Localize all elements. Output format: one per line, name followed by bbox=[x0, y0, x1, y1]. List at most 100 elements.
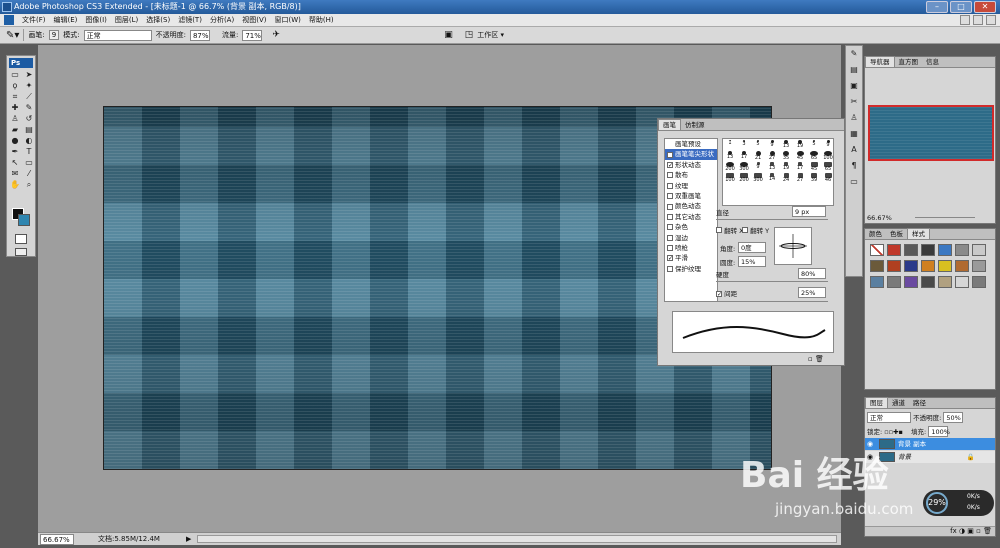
mode-select[interactable]: 正常 bbox=[83, 29, 152, 41]
style-swatch[interactable] bbox=[870, 244, 884, 256]
brush-setting-checkbox[interactable] bbox=[667, 182, 673, 189]
brush-tip[interactable]: 14 bbox=[765, 172, 779, 183]
brush-tip[interactable]: 5 bbox=[751, 139, 765, 150]
dock-actions-icon[interactable]: ✂ bbox=[847, 97, 861, 109]
brush-setting-item[interactable]: 纹理 bbox=[665, 181, 717, 191]
dock-layer-comps-icon[interactable]: ▦ bbox=[847, 129, 861, 141]
brush-setting-checkbox[interactable] bbox=[667, 203, 673, 210]
style-swatch[interactable] bbox=[972, 276, 986, 288]
layers-footer-buttons[interactable]: fx ◑ ▣ ▫ 🗑 bbox=[865, 526, 995, 536]
doc-restore-button[interactable] bbox=[973, 15, 983, 25]
brush-tip[interactable]: 300 bbox=[751, 172, 765, 183]
tab-swatches[interactable]: 色板 bbox=[886, 229, 907, 239]
menu-help[interactable]: 帮助(H) bbox=[305, 15, 338, 25]
brush-tip[interactable]: 19 bbox=[793, 139, 807, 150]
brush-tip[interactable]: 27 bbox=[765, 150, 779, 161]
menu-edit[interactable]: 编辑(E) bbox=[50, 15, 82, 25]
type-tool-icon[interactable]: T bbox=[23, 147, 35, 157]
flip-x-checkbox[interactable] bbox=[716, 227, 722, 233]
quick-mask-button[interactable] bbox=[15, 234, 27, 244]
brush-setting-checkbox[interactable]: ✓ bbox=[667, 255, 673, 262]
opacity-field[interactable]: 87% bbox=[189, 29, 210, 41]
style-swatch[interactable] bbox=[955, 260, 969, 272]
menu-layer[interactable]: 图层(L) bbox=[111, 15, 142, 25]
tab-info[interactable]: 信息 bbox=[922, 57, 943, 67]
brush-setting-checkbox[interactable] bbox=[667, 151, 673, 158]
brush-setting-item[interactable]: 喷枪 bbox=[665, 243, 717, 253]
menu-select[interactable]: 选择(S) bbox=[142, 15, 174, 25]
blur-tool-icon[interactable]: ● bbox=[9, 136, 21, 146]
brush-tool-button-icon[interactable]: ✎ bbox=[23, 103, 35, 113]
brush-tip[interactable]: 9 bbox=[751, 161, 765, 172]
brush-tip[interactable]: 46 bbox=[821, 172, 833, 183]
style-swatch[interactable] bbox=[921, 244, 935, 256]
brush-tip[interactable]: 21 bbox=[751, 150, 765, 161]
brush-setting-item[interactable]: 画笔笔尖形状 bbox=[665, 149, 717, 160]
notes-tool-icon[interactable]: ✉ bbox=[9, 169, 21, 179]
airbrush-icon[interactable]: ✈ bbox=[272, 30, 280, 40]
brush-setting-item[interactable]: 双重画笔 bbox=[665, 191, 717, 201]
style-swatch[interactable] bbox=[972, 260, 986, 272]
screen-mode-button[interactable] bbox=[15, 248, 27, 256]
brush-setting-checkbox[interactable]: ✓ bbox=[667, 161, 673, 168]
shape-tool-icon[interactable]: ▭ bbox=[23, 158, 35, 168]
brush-setting-item[interactable]: ✓ 平滑 bbox=[665, 253, 717, 263]
tab-styles[interactable]: 样式 bbox=[907, 228, 930, 239]
brush-setting-checkbox[interactable] bbox=[667, 245, 673, 252]
menu-image[interactable]: 图像(I) bbox=[81, 15, 111, 25]
history-brush-icon[interactable]: ↺ bbox=[23, 114, 35, 124]
style-swatch[interactable] bbox=[887, 244, 901, 256]
brush-tip[interactable]: 13 bbox=[765, 161, 779, 172]
style-swatch[interactable] bbox=[921, 276, 935, 288]
hardness-field[interactable]: 80% bbox=[798, 268, 826, 279]
brush-tip[interactable]: 5 bbox=[807, 139, 821, 150]
style-swatch[interactable] bbox=[938, 244, 952, 256]
brush-tip[interactable]: 3 bbox=[737, 139, 751, 150]
doc-minimize-button[interactable] bbox=[960, 15, 970, 25]
style-swatch[interactable] bbox=[887, 276, 901, 288]
brush-tip[interactable]: 45 bbox=[793, 150, 807, 161]
brush-tip[interactable]: 19 bbox=[779, 161, 793, 172]
brush-tip[interactable]: 9 bbox=[765, 139, 779, 150]
tab-brushes[interactable]: 画笔 bbox=[658, 119, 681, 130]
brush-setting-checkbox[interactable] bbox=[667, 172, 673, 179]
gradient-tool-icon[interactable]: ▤ bbox=[23, 125, 35, 135]
brush-tip[interactable]: 17 bbox=[793, 161, 807, 172]
brush-setting-item[interactable]: ✓ 形状动态 bbox=[665, 160, 717, 170]
zoom-tool-icon[interactable]: ⌕ bbox=[23, 180, 35, 190]
brush-tip[interactable]: 1 bbox=[723, 139, 737, 150]
style-swatch[interactable] bbox=[870, 276, 884, 288]
brush-setting-item[interactable]: 散布 bbox=[665, 170, 717, 180]
lasso-tool-icon[interactable]: ϙ bbox=[9, 81, 21, 91]
style-swatch[interactable] bbox=[938, 260, 952, 272]
hand-tool-icon[interactable]: ✋ bbox=[9, 180, 21, 190]
style-swatch[interactable] bbox=[955, 276, 969, 288]
path-select-icon[interactable]: ↖ bbox=[9, 158, 21, 168]
brush-tip[interactable]: 45 bbox=[807, 161, 821, 172]
brush-tip[interactable]: 17 bbox=[737, 150, 751, 161]
angle-field[interactable]: 0度 bbox=[738, 242, 766, 253]
navigator-zoom-slider[interactable] bbox=[915, 217, 975, 218]
horizontal-scrollbar[interactable] bbox=[197, 535, 837, 543]
tab-histogram[interactable]: 直方图 bbox=[895, 57, 923, 67]
dock-tool-presets-icon[interactable]: ▤ bbox=[847, 65, 861, 77]
healing-tool-icon[interactable]: ✚ bbox=[9, 103, 21, 113]
minimize-button[interactable]: – bbox=[926, 1, 948, 13]
spacing-slider[interactable] bbox=[716, 301, 828, 302]
brush-setting-checkbox[interactable] bbox=[667, 224, 673, 231]
brush-setting-item[interactable]: 其它动态 bbox=[665, 212, 717, 222]
brush-setting-item[interactable]: 颜色动态 bbox=[665, 201, 717, 211]
brush-panel-buttons[interactable]: ▫ 🗑 bbox=[808, 355, 824, 363]
menu-window[interactable]: 窗口(W) bbox=[270, 15, 304, 25]
brush-angle-preview[interactable] bbox=[774, 227, 812, 265]
visibility-eye-icon[interactable]: ◉ bbox=[867, 440, 876, 449]
fill-field[interactable]: 100% bbox=[928, 426, 950, 437]
tab-channels[interactable]: 通道 bbox=[888, 398, 909, 408]
spacing-field[interactable]: 25% bbox=[798, 287, 826, 298]
blend-mode-select[interactable]: 正常 bbox=[867, 412, 911, 423]
visibility-eye-icon[interactable]: ◉ bbox=[867, 453, 876, 462]
tab-paths[interactable]: 路径 bbox=[909, 398, 930, 408]
doc-close-button[interactable] bbox=[986, 15, 996, 25]
background-color-swatch[interactable] bbox=[18, 214, 30, 226]
dock-clone-source-icon[interactable]: ♙ bbox=[847, 113, 861, 125]
